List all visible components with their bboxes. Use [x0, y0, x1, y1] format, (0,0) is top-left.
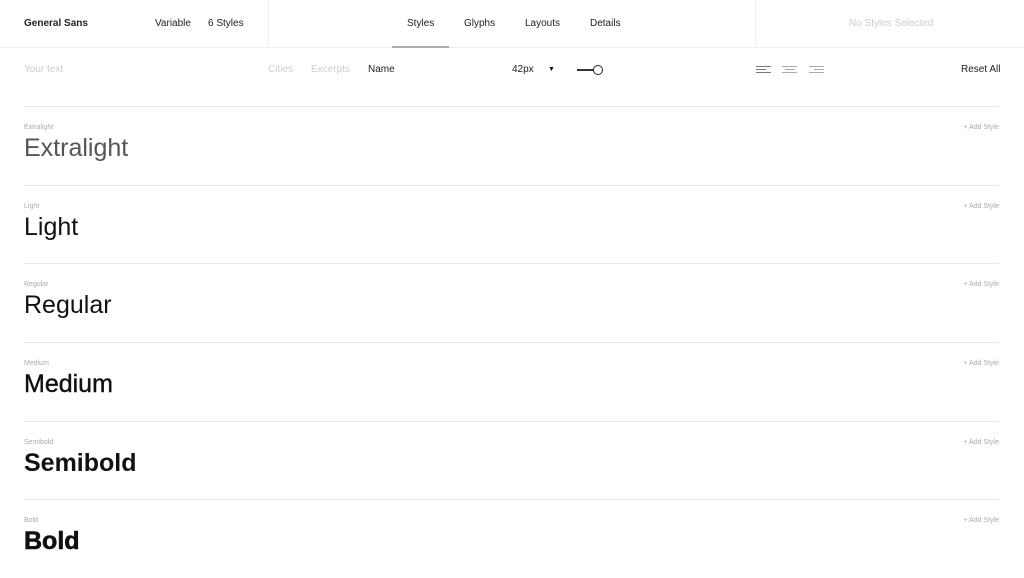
style-label: Medium	[24, 360, 49, 367]
align-left-icon[interactable]	[756, 66, 771, 74]
style-row: Extralight Extralight + Add Style	[24, 106, 999, 185]
size-select[interactable]: 42px	[512, 64, 534, 75]
align-right-icon[interactable]	[809, 66, 824, 74]
style-label: Regular	[24, 281, 49, 288]
style-row: Medium Medium + Add Style	[24, 342, 999, 421]
preset-cities[interactable]: Cities	[268, 64, 293, 75]
preset-name[interactable]: Name	[368, 64, 395, 75]
dropdown-arrow-icon[interactable]: ▼	[548, 66, 555, 73]
preset-excerpts[interactable]: Excerpts	[311, 64, 350, 75]
add-style-button[interactable]: + Add Style	[963, 281, 999, 288]
style-row: Bold Bold + Add Style	[24, 499, 999, 578]
top-nav: General Sans Variable 6 Styles Styles Gl…	[0, 0, 1024, 48]
tab-details[interactable]: Details	[590, 18, 621, 29]
divider	[268, 0, 269, 48]
add-style-button[interactable]: + Add Style	[963, 360, 999, 367]
style-sample: Light	[24, 213, 79, 241]
align-center-icon[interactable]	[782, 66, 797, 74]
style-label: Semibold	[24, 439, 54, 446]
style-label: Light	[24, 203, 40, 210]
style-row: Light Light + Add Style	[24, 185, 999, 264]
style-label: Extralight	[24, 124, 54, 131]
size-slider[interactable]	[577, 65, 603, 75]
style-row: Semibold Semibold + Add Style	[24, 421, 999, 500]
tab-layouts[interactable]: Layouts	[525, 18, 560, 29]
add-style-button[interactable]: + Add Style	[963, 203, 999, 210]
tab-styles[interactable]: Styles	[407, 18, 434, 29]
font-name: General Sans	[24, 18, 88, 29]
style-sample: Regular	[24, 291, 112, 319]
style-sample: Medium	[24, 370, 113, 398]
style-sample: Semibold	[24, 449, 137, 477]
style-sample: Extralight	[24, 134, 129, 162]
add-style-button[interactable]: + Add Style	[963, 124, 999, 131]
active-tab-indicator	[392, 46, 449, 48]
style-label: Bold	[24, 517, 39, 524]
text-input[interactable]: Your text	[24, 64, 63, 75]
add-style-button[interactable]: + Add Style	[963, 439, 999, 446]
selection-status: No Styles Selected	[849, 18, 934, 29]
variable-link[interactable]: Variable	[155, 18, 191, 29]
styles-count: 6 Styles	[208, 18, 244, 29]
reset-all-button[interactable]: Reset All	[961, 64, 1000, 75]
add-style-button[interactable]: + Add Style	[963, 517, 999, 524]
tab-glyphs[interactable]: Glyphs	[464, 18, 495, 29]
style-row: Regular Regular + Add Style	[24, 263, 999, 342]
style-sample: Bold	[24, 527, 80, 556]
divider	[755, 0, 756, 48]
